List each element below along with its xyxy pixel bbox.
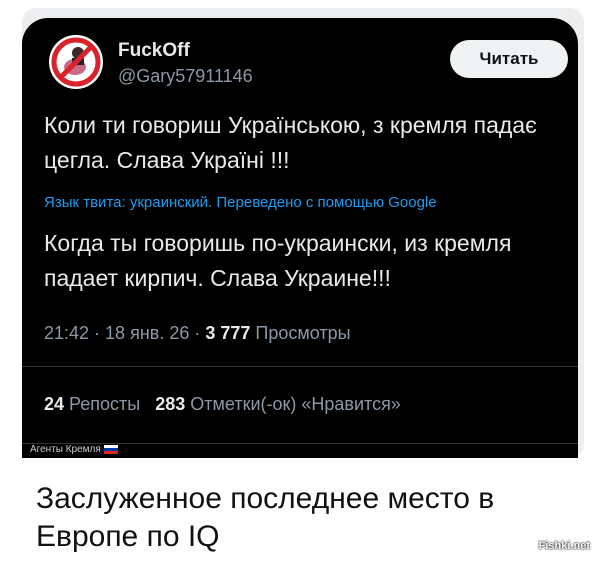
translated-text: Когда ты говоришь по-украински, из кремл… [44, 230, 512, 291]
overlay-tag: Агенты Кремля [30, 444, 118, 455]
translation-note[interactable]: Язык твита: украинский. Переведено с пом… [44, 194, 437, 211]
user-handle[interactable]: @Gary57911146 [118, 66, 253, 87]
follow-button[interactable]: Читать [450, 40, 568, 78]
overlay-tag-text: Агенты Кремля [30, 444, 101, 455]
tweet-text: Коли ти говориш Українською, з кремля па… [44, 112, 537, 173]
russia-flag-icon [103, 444, 118, 454]
tweet-meta: 21:42 · 18 янв. 26 · 3 777 Просмотры [44, 323, 351, 343]
engagement-stats: 24 Репосты 283 Отметки(-ок) «Нравится» [44, 394, 401, 415]
views-label: Просмотры [255, 323, 351, 343]
watermark: Fishki.net [538, 540, 590, 552]
likes-label[interactable]: Отметки(-ок) «Нравится» [190, 394, 401, 414]
avatar[interactable] [48, 34, 104, 90]
avatar-image-icon [49, 35, 103, 89]
tweet-date[interactable]: 18 янв. 26 [105, 323, 189, 343]
reposts-count[interactable]: 24 [44, 394, 64, 414]
reposts-label[interactable]: Репосты [69, 394, 140, 414]
views-count: 3 777 [205, 323, 251, 343]
caption-text: Заслуженное последнее место в Европе по … [36, 482, 495, 553]
tweet-time[interactable]: 21:42 [44, 323, 89, 343]
likes-count[interactable]: 283 [155, 394, 185, 414]
divider [22, 366, 578, 367]
display-name[interactable]: FuckOff [118, 40, 190, 62]
tweet-card[interactable]: FuckOff @Gary57911146 Читать Коли ти гов… [22, 18, 578, 458]
